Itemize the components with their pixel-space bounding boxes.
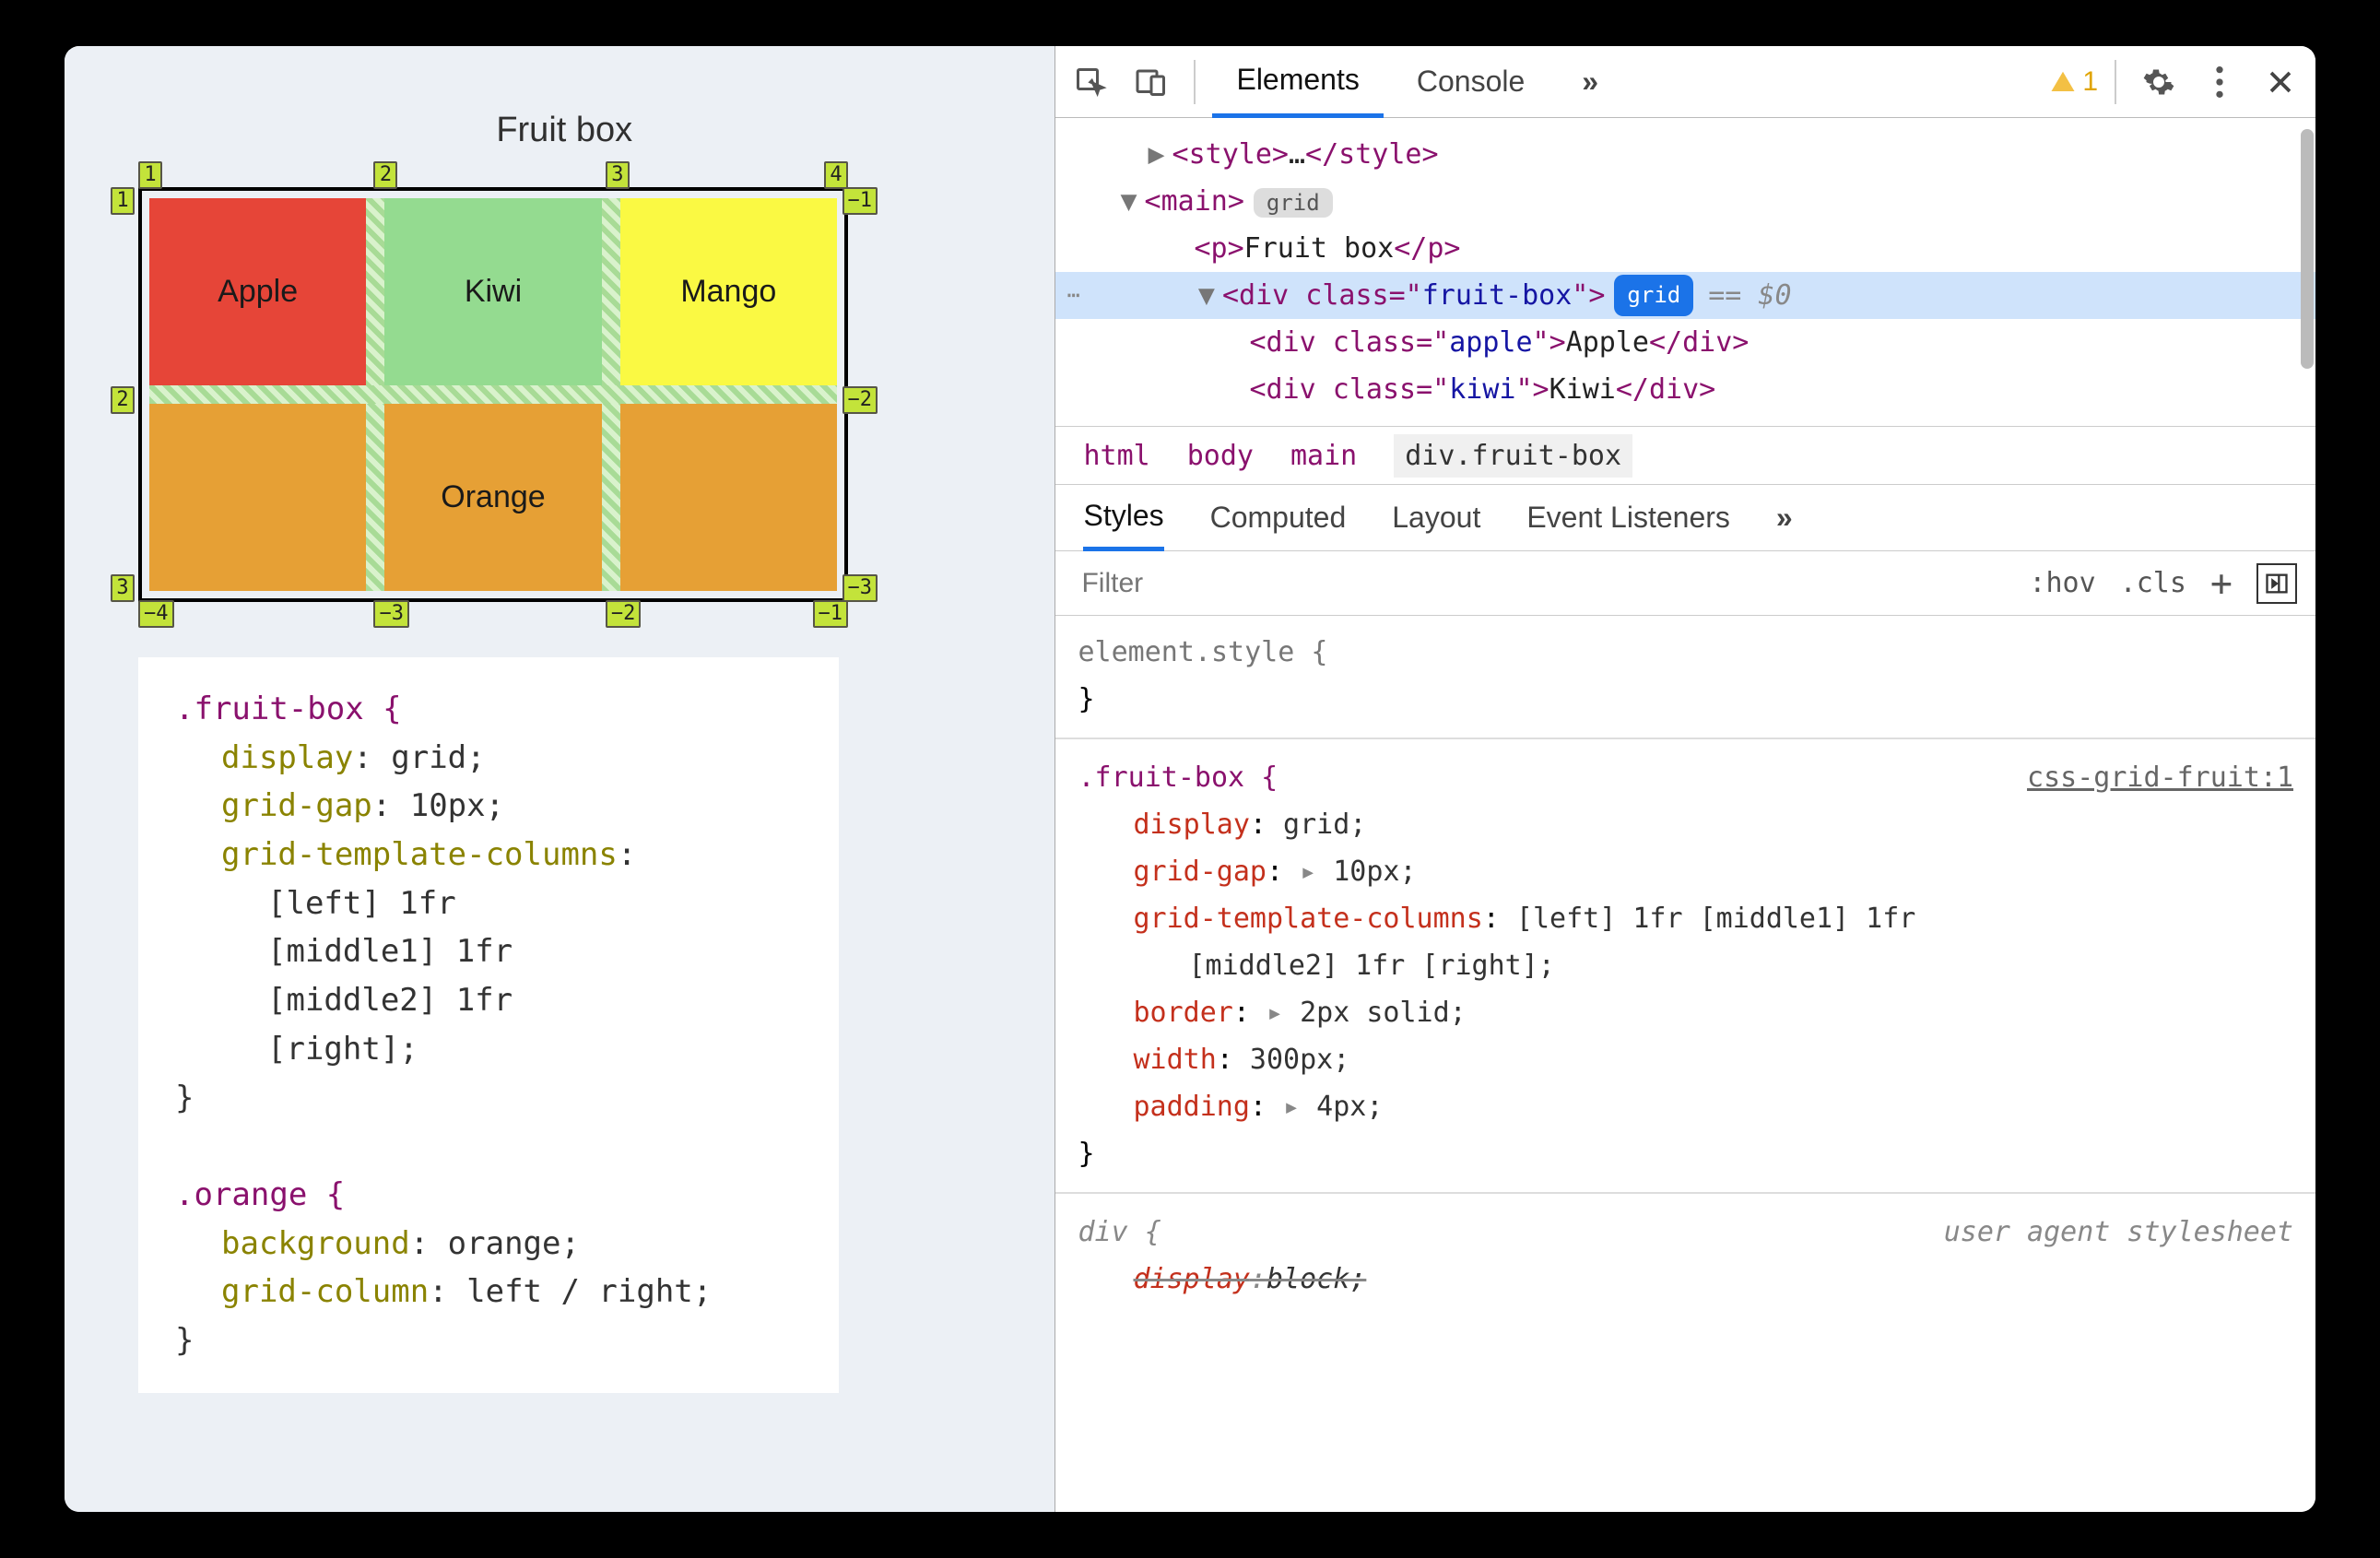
breadcrumb-item[interactable]: main [1290,440,1357,472]
grid-line-num: −3 [842,574,878,602]
grid-line-num: −2 [606,600,642,628]
device-toggle-icon[interactable] [1125,56,1177,108]
grid-line-num: −1 [813,600,849,628]
close-icon[interactable] [2255,56,2306,108]
sidebar-toggle-icon[interactable] [2256,563,2297,604]
grid-line-num: 2 [111,386,135,414]
kebab-icon[interactable] [2194,56,2245,108]
tab-styles[interactable]: Styles [1083,485,1163,551]
tab-event-listeners[interactable]: Event Listeners [1526,501,1730,535]
tab-computed[interactable]: Computed [1210,501,1347,535]
breadcrumb[interactable]: html body main div.fruit-box [1055,426,2315,485]
cell-orange: Orange [149,404,837,591]
filter-input[interactable] [1074,561,2005,607]
devtools-panel: Elements Console » 1 ▶<style>…</style> [1055,46,2315,1512]
settings-icon[interactable] [2133,56,2185,108]
grid-line-num: −2 [842,386,878,414]
grid-demo: Apple Kiwi Mango Orange 1 2 3 4 −4 −3 −2… [138,187,848,602]
cls-toggle[interactable]: .cls [2120,567,2186,599]
source-code-block: .fruit-box { display: grid; grid-gap: 10… [138,657,839,1393]
cell-apple: Apple [149,198,366,385]
breadcrumb-item-active[interactable]: div.fruit-box [1394,434,1632,478]
styles-tabs: Styles Computed Layout Event Listeners » [1055,485,2315,551]
hov-toggle[interactable]: :hov [2029,567,2095,599]
tab-console[interactable]: Console [1393,46,1549,118]
grid-badge-active[interactable]: grid [1614,275,1693,316]
grid-badge[interactable]: grid [1254,188,1333,218]
grid-line-num: −3 [373,600,409,628]
tab-elements[interactable]: Elements [1212,46,1383,118]
breadcrumb-item[interactable]: body [1187,440,1254,472]
rendered-page: Fruit box Apple Kiwi Mango Orange 1 2 3 … [65,46,1055,1512]
scrollbar-thumb[interactable] [2301,129,2314,369]
selected-dom-node[interactable]: ⋯ ▼<div class="fruit-box"> grid == $0 [1055,272,2315,319]
styles-panel[interactable]: element.style { } .fruit-box {css-grid-f… [1055,616,2315,1512]
cell-kiwi: Kiwi [384,198,601,385]
grid-line-num: 4 [824,161,848,189]
warning-indicator[interactable]: 1 [2049,66,2098,98]
new-rule-icon[interactable]: + [2210,562,2233,605]
inspect-icon[interactable] [1065,56,1116,108]
grid-line-num: 3 [606,161,630,189]
breadcrumb-item[interactable]: html [1083,440,1149,472]
styles-filter-row: :hov .cls + [1055,551,2315,616]
grid-line-num: 3 [111,574,135,602]
grid-line-num: 1 [138,161,162,189]
dom-tree[interactable]: ▶<style>…</style> ▼<main>grid <p>Fruit b… [1055,118,2315,426]
grid-line-num: 1 [111,187,135,215]
tabs-overflow-icon[interactable]: » [1558,46,1622,118]
cell-mango: Mango [620,198,837,385]
grid-line-num: −1 [842,187,878,215]
tabs-overflow-icon[interactable]: » [1776,501,1793,535]
tab-layout[interactable]: Layout [1392,501,1480,535]
grid-line-num: −4 [138,600,174,628]
grid-line-num: 2 [373,161,397,189]
source-link[interactable]: css-grid-fruit:1 [2027,754,2293,801]
page-title: Fruit box [496,111,632,150]
devtools-toolbar: Elements Console » 1 [1055,46,2315,118]
